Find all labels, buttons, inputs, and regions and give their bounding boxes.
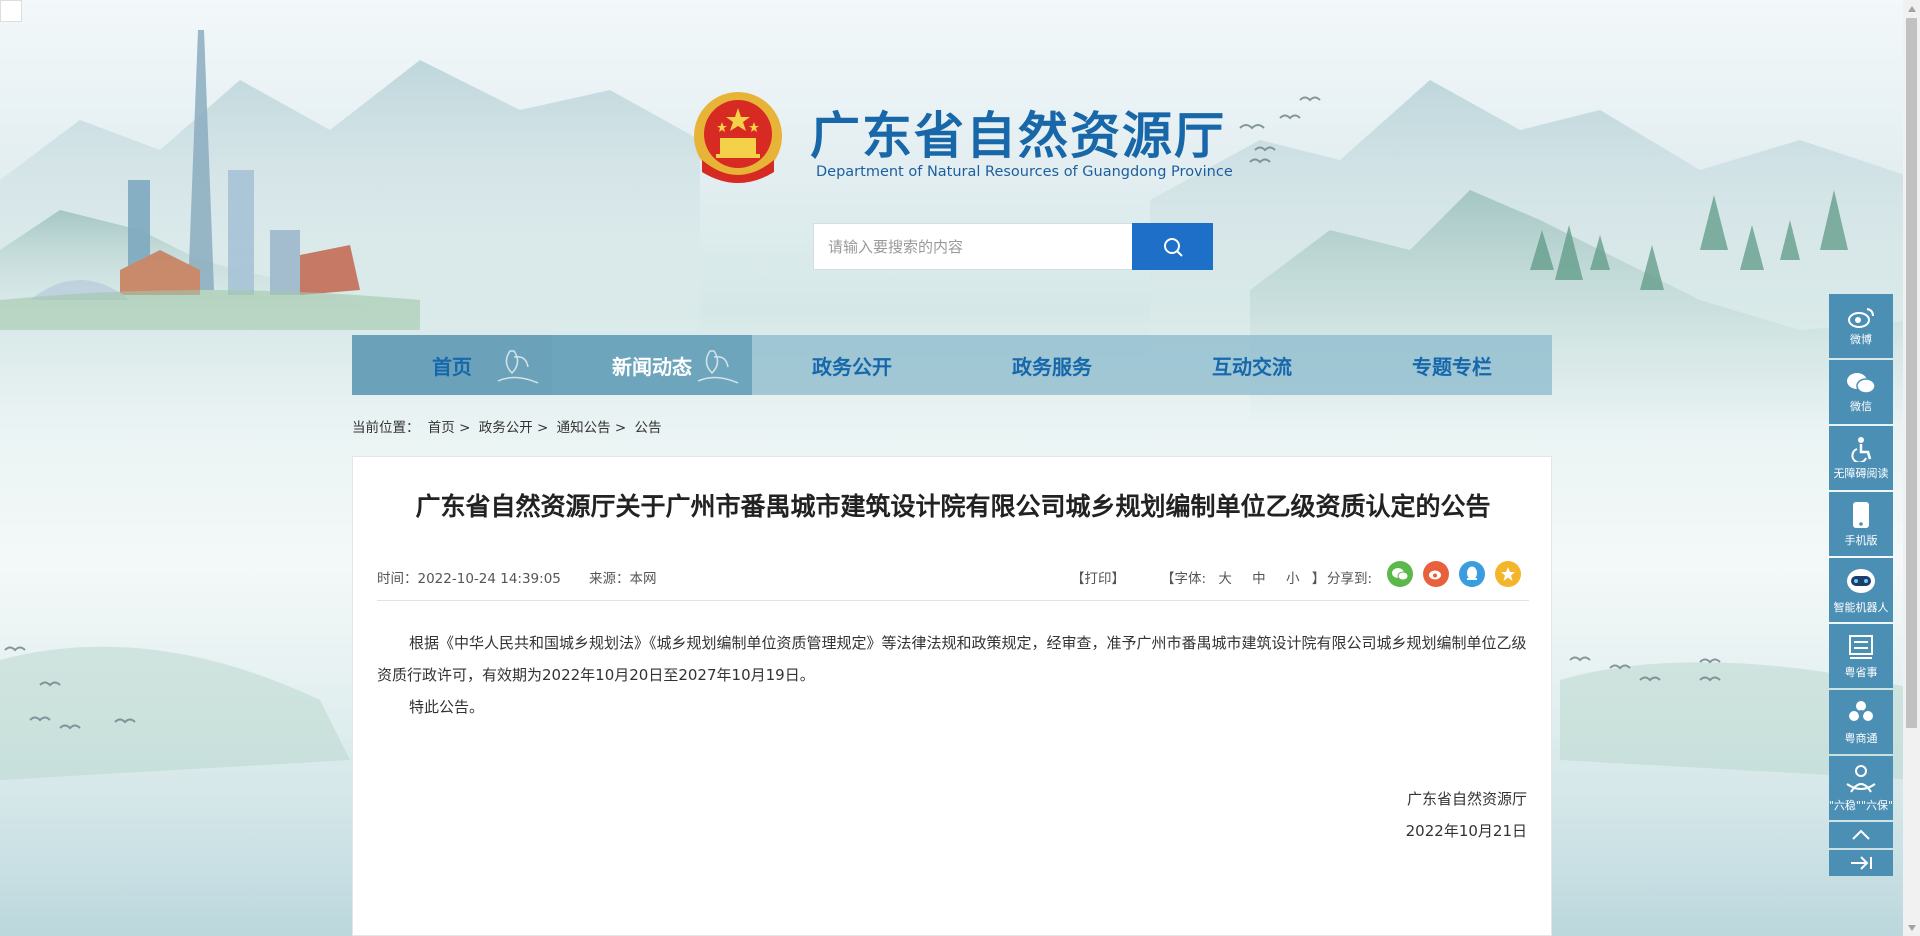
magnolia-decoration-icon (697, 350, 739, 384)
yueshengshi-icon (1849, 634, 1873, 659)
sidebar-item-robot[interactable]: 智能机器人 (1829, 558, 1893, 622)
magnolia-decoration-icon (497, 350, 539, 384)
scrollbar-thumb[interactable] (1906, 18, 1917, 728)
nav-item-label: 专题专栏 (1412, 354, 1492, 379)
article-signer: 广东省自然资源厅 (1406, 790, 1527, 808)
article-content: 根据《中华人民共和国城乡规划法》《城乡规划编制单位资质管理规定》等法律法规和政策… (377, 627, 1529, 723)
search-icon (1163, 237, 1183, 257)
corner-mark (0, 0, 22, 22)
sidebar-item-label: 微信 (1850, 399, 1872, 413)
nav-item-label: 政务公开 (812, 354, 892, 379)
breadcrumb-separator: > (614, 420, 627, 436)
article-time: 时间：2022-10-24 14:39:05 (377, 571, 561, 587)
mobile-icon (1853, 501, 1869, 528)
collapse-toolbar-button[interactable] (1829, 850, 1893, 876)
nav-item-special-topics[interactable]: 专题专栏 (1352, 335, 1552, 395)
sidebar-item-label: 粤省事 (1844, 665, 1878, 679)
wechat-share-icon[interactable] (1387, 561, 1413, 587)
qq-share-icon[interactable] (1459, 561, 1485, 587)
sidebar-item-yueshangtong[interactable]: 粤商通 (1829, 690, 1893, 754)
wechat-icon (1847, 372, 1876, 394)
sidebar-item-label: 微博 (1850, 332, 1872, 346)
yueshangtong-icon (1849, 700, 1873, 721)
sidebar-item-label: 智能机器人 (1833, 600, 1889, 614)
nav-item-label: 首页 (432, 354, 472, 379)
site-title: 广东省自然资源厅 (810, 106, 1226, 165)
weibo-share-icon[interactable] (1423, 561, 1449, 587)
breadcrumb-government-affairs[interactable]: 政务公开 (479, 420, 533, 436)
nav-item-government-affairs[interactable]: 政务公开 (752, 335, 952, 395)
nav-item-label: 互动交流 (1212, 354, 1292, 379)
article-card: 广东省自然资源厅关于广州市番禺城市建筑设计院有限公司城乡规划编制单位乙级资质认定… (352, 456, 1552, 936)
article-source: 来源：本网 (589, 571, 657, 587)
sidebar-item-label: 无障碍阅读 (1833, 466, 1889, 480)
robot-icon (1847, 568, 1875, 593)
breadcrumb-prefix: 当前位置： (352, 420, 420, 436)
search-bar (813, 223, 1213, 270)
page-scrollbar[interactable] (1903, 0, 1920, 936)
sidebar-item-wechat[interactable]: 微信 (1829, 360, 1893, 424)
breadcrumb-separator: > (459, 420, 471, 436)
nav-item-government-services[interactable]: 政务服务 (952, 335, 1152, 395)
breadcrumb-home[interactable]: 首页 (428, 420, 455, 436)
site-header: 广东省自然资源厅 Department of Natural Resources… (692, 90, 1233, 190)
sidebar-item-liuwen-liubao[interactable]: "六稳""六保" (1829, 756, 1893, 820)
sidebar-item-label: "六稳""六保" (1828, 798, 1894, 812)
nav-item-label: 新闻动态 (612, 354, 692, 379)
sidebar-item-accessibility[interactable]: 无障碍阅读 (1829, 426, 1893, 490)
qzone-share-icon[interactable] (1495, 561, 1521, 587)
article-title: 广东省自然资源厅关于广州市番禺城市建筑设计院有限公司城乡规划编制单位乙级资质认定… (415, 492, 1491, 521)
accessibility-icon (1851, 436, 1872, 462)
font-size-prefix: 【字体: (1161, 571, 1207, 587)
share-icons (1387, 561, 1521, 587)
search-input[interactable] (813, 223, 1133, 270)
nav-item-home[interactable]: 首页 (352, 335, 552, 395)
font-size-large-button[interactable]: 大 (1218, 571, 1232, 587)
scroll-down-arrow-icon[interactable] (1903, 919, 1920, 936)
article-meta: 时间：2022-10-24 14:39:05 来源：本网 【打印】 【字体: 大… (377, 561, 1529, 601)
scroll-up-arrow-icon[interactable] (1903, 0, 1920, 17)
national-emblem-icon (694, 92, 782, 183)
share-label: 分享到: (1327, 571, 1373, 587)
main-nav: 首页 新闻动态 政务公开 政务服务 互动交流 专题专栏 (352, 335, 1552, 395)
article-paragraph: 根据《中华人民共和国城乡规划法》《城乡规划编制单位资质管理规定》等法律法规和政策… (377, 634, 1527, 684)
font-size-small-button[interactable]: 小 (1286, 571, 1300, 587)
liuwen-liubao-icon (1846, 764, 1876, 793)
sidebar-item-yueshengshi[interactable]: 粤省事 (1829, 624, 1893, 688)
font-size-control: 【字体: 大 中 小 】 (1161, 567, 1325, 587)
print-button[interactable]: 【打印】 (1071, 567, 1125, 587)
weibo-icon (1848, 307, 1874, 328)
collapse-right-icon (1851, 856, 1872, 870)
nav-item-news[interactable]: 新闻动态 (552, 335, 752, 395)
breadcrumb-separator: > (537, 420, 549, 436)
search-button[interactable] (1132, 223, 1213, 270)
right-toolbar: 微博 微信 无障碍阅读 手机版 智能机器人 粤省事 粤商通 "六稳""六保" (1829, 294, 1893, 876)
site-subtitle: Department of Natural Resources of Guang… (816, 164, 1233, 180)
sidebar-item-weibo[interactable]: 微博 (1829, 294, 1893, 358)
article-paragraph: 特此公告。 (409, 698, 485, 716)
nav-item-interaction[interactable]: 互动交流 (1152, 335, 1352, 395)
article-date: 2022年10月21日 (1405, 822, 1527, 840)
font-size-medium-button[interactable]: 中 (1252, 571, 1266, 587)
sidebar-item-label: 粤商通 (1844, 731, 1878, 745)
font-size-suffix: 】 (1311, 571, 1326, 587)
chevron-up-icon (1852, 829, 1870, 840)
breadcrumb: 当前位置： 首页 > 政务公开 > 通知公告 > 公告 (352, 416, 662, 436)
sidebar-item-label: 手机版 (1844, 533, 1878, 547)
breadcrumb-notices[interactable]: 通知公告 (557, 420, 611, 436)
nav-item-label: 政务服务 (1012, 354, 1092, 379)
article-signature: 广东省自然资源厅 2022年10月21日 (1406, 783, 1527, 847)
back-to-top-button[interactable] (1829, 822, 1893, 848)
breadcrumb-announcement[interactable]: 公告 (635, 420, 662, 436)
sidebar-item-mobile[interactable]: 手机版 (1829, 492, 1893, 556)
